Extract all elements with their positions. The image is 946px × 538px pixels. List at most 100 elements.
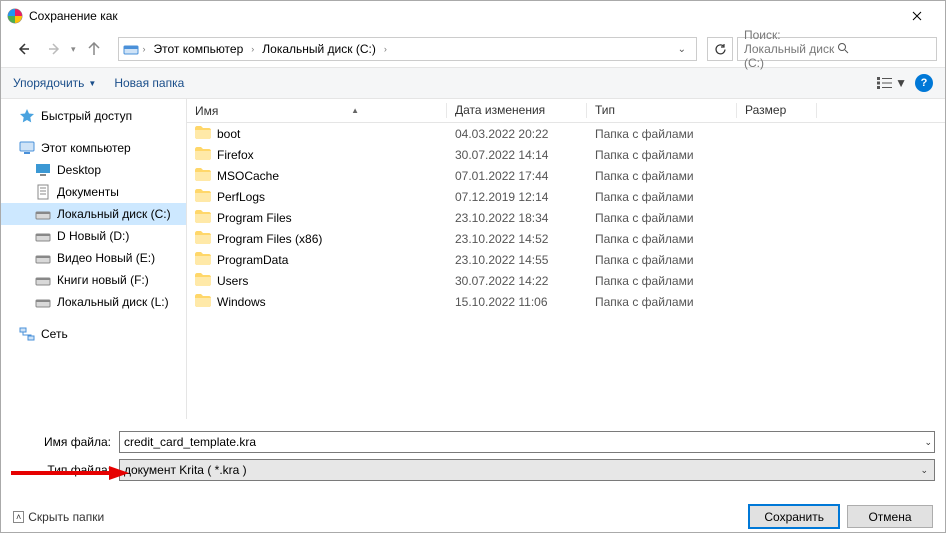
sidebar-this-pc[interactable]: Этот компьютер (1, 137, 186, 159)
folder-icon (195, 273, 211, 289)
save-button[interactable]: Сохранить (749, 505, 839, 528)
table-row[interactable]: boot04.03.2022 20:22Папка с файлами (187, 123, 945, 144)
folder-icon (195, 252, 211, 268)
file-name: MSOCache (217, 169, 279, 183)
file-name: Program Files (x86) (217, 232, 322, 246)
desktop-icon (35, 162, 51, 178)
column-headers: Имя▲ Дата изменения Тип Размер (187, 99, 945, 123)
file-date: 15.10.2022 11:06 (447, 295, 587, 309)
bottom-panel: Имя файла: ⌄ Тип файла: документ Krita (… (1, 419, 945, 491)
sidebar-item[interactable]: Локальный диск (C:) (1, 203, 186, 225)
sidebar-item-label: Видео Новый (E:) (57, 251, 155, 265)
file-date: 23.10.2022 14:52 (447, 232, 587, 246)
star-icon (19, 108, 35, 124)
file-name: boot (217, 127, 240, 141)
address-dropdown[interactable]: ⌄ (672, 44, 692, 55)
drive-icon (35, 294, 51, 310)
file-type: Папка с файлами (587, 148, 737, 162)
drive-icon (35, 206, 51, 222)
pc-icon (19, 140, 35, 156)
filetype-combobox[interactable]: документ Krita ( *.kra ) ⌄ (119, 459, 935, 481)
folder-icon (195, 147, 211, 163)
table-row[interactable]: Program Files (x86) 23.10.2022 14:52Папка… (187, 228, 945, 249)
table-row[interactable]: Windows 15.10.2022 11:06Папка с файлами (187, 291, 945, 312)
file-type: Папка с файлами (587, 232, 737, 246)
file-name: PerfLogs (217, 190, 265, 204)
table-row[interactable]: MSOCache 07.01.2022 17:44Папка с файлами (187, 165, 945, 186)
new-folder-button[interactable]: Новая папка (114, 76, 184, 90)
table-row[interactable]: Program Files23.10.2022 18:34Папка с фай… (187, 207, 945, 228)
file-date: 07.01.2022 17:44 (447, 169, 587, 183)
column-size[interactable]: Размер (737, 99, 817, 122)
arrow-left-icon (16, 42, 30, 56)
table-row[interactable]: ProgramData23.10.2022 14:55Папка с файла… (187, 249, 945, 270)
up-button[interactable] (80, 35, 108, 63)
sidebar-item-label: D Новый (D:) (57, 229, 129, 243)
table-row[interactable]: PerfLogs07.12.2019 12:14Папка с файлами (187, 186, 945, 207)
cancel-button[interactable]: Отмена (847, 505, 933, 528)
file-type: Папка с файлами (587, 253, 737, 267)
sidebar-item-label: Локальный диск (L:) (57, 295, 169, 309)
folder-icon (195, 231, 211, 247)
drive-icon (35, 272, 51, 288)
sidebar-item[interactable]: D Новый (D:) (1, 225, 186, 247)
refresh-button[interactable] (707, 37, 733, 61)
sidebar: Быстрый доступ Этот компьютер Desktop Док… (1, 99, 187, 419)
sidebar-item-label: Локальный диск (C:) (57, 207, 171, 221)
chevron-down-icon: ⌄ (918, 465, 930, 476)
file-name: Windows (217, 295, 266, 309)
titlebar: Сохранение как (1, 1, 945, 31)
chevron-down-icon[interactable]: ⌄ (922, 437, 934, 448)
sidebar-quick-access[interactable]: Быстрый доступ (1, 105, 186, 127)
sidebar-item[interactable]: Desktop (1, 159, 186, 181)
close-button[interactable] (894, 1, 939, 31)
sidebar-item[interactable]: Документы (1, 181, 186, 203)
filetype-label: Тип файла: (11, 463, 119, 477)
drive-icon (35, 228, 51, 244)
back-button[interactable] (9, 35, 37, 63)
breadcrumb-item[interactable]: Локальный диск (C:) (258, 42, 380, 56)
chevron-down-icon: ▼ (88, 79, 96, 88)
breadcrumb-item[interactable]: Этот компьютер (150, 42, 248, 56)
hide-folders-button[interactable]: ˄ Скрыть папки (13, 510, 104, 524)
column-date[interactable]: Дата изменения (447, 99, 587, 122)
refresh-icon (714, 43, 727, 56)
file-list: Имя▲ Дата изменения Тип Размер boot04.03… (187, 99, 945, 419)
sidebar-item-label: Документы (57, 185, 119, 199)
table-row[interactable]: Firefox30.07.2022 14:14Папка с файлами (187, 144, 945, 165)
view-options-button[interactable]: ▼ (877, 76, 907, 90)
arrow-right-icon (48, 42, 62, 56)
table-row[interactable]: Users30.07.2022 14:22Папка с файлами (187, 270, 945, 291)
help-button[interactable]: ? (915, 74, 933, 92)
chevron-right-icon: › (143, 44, 146, 54)
sidebar-item[interactable]: Книги новый (F:) (1, 269, 186, 291)
file-type: Папка с файлами (587, 295, 737, 309)
organize-button[interactable]: Упорядочить▼ (13, 76, 96, 90)
folder-icon (195, 168, 211, 184)
sidebar-item-label: Быстрый доступ (41, 109, 132, 123)
sidebar-item-label: Книги новый (F:) (57, 273, 149, 287)
file-type: Папка с файлами (587, 169, 737, 183)
chevron-right-icon: › (384, 44, 387, 54)
drive-icon (35, 250, 51, 266)
sidebar-item[interactable]: Видео Новый (E:) (1, 247, 186, 269)
sidebar-item-label: Desktop (57, 163, 101, 177)
filename-input[interactable]: ⌄ (119, 431, 935, 453)
sidebar-item-label: Этот компьютер (41, 141, 131, 155)
sidebar-network[interactable]: Сеть (1, 323, 186, 345)
forward-button[interactable] (41, 35, 69, 63)
search-input[interactable]: Поиск: Локальный диск (C:) (737, 37, 937, 61)
file-date: 30.07.2022 14:22 (447, 274, 587, 288)
folder-icon (195, 189, 211, 205)
address-bar[interactable]: › Этот компьютер › Локальный диск (C:) ›… (118, 37, 697, 61)
recent-locations-button[interactable]: ▾ (71, 44, 76, 55)
folder-icon (195, 210, 211, 226)
column-name[interactable]: Имя▲ (187, 99, 447, 122)
arrow-up-icon (87, 42, 101, 56)
folder-icon (195, 294, 211, 310)
column-type[interactable]: Тип (587, 99, 737, 122)
file-type: Папка с файлами (587, 274, 737, 288)
toolbar: Упорядочить▼ Новая папка ▼ ? (1, 67, 945, 99)
navbar: ▾ › Этот компьютер › Локальный диск (C:)… (1, 31, 945, 67)
sidebar-item[interactable]: Локальный диск (L:) (1, 291, 186, 313)
